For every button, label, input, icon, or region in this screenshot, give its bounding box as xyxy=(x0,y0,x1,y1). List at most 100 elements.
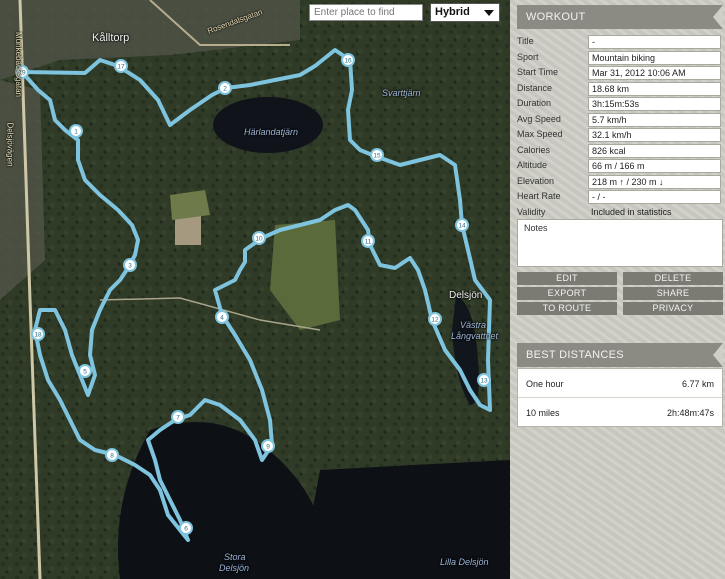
privacy-button[interactable]: PRIVACY xyxy=(623,302,723,315)
field-row-elevation: Elevation 218 m ↑ / 230 m ↓ xyxy=(517,174,723,190)
field-label: Duration xyxy=(517,98,552,108)
workout-panel: WORKOUT Title - Sport Mountain biking Star… xyxy=(510,0,725,579)
field-label: Calories xyxy=(517,144,551,155)
field-label: Elevation xyxy=(517,175,555,186)
best-distances-header: BEST DISTANCES xyxy=(517,343,723,367)
route-marker-17[interactable]: 17 xyxy=(114,59,128,73)
field-row-max-speed: Max Speed 32.1 km/h xyxy=(517,127,723,143)
place-search-input[interactable] xyxy=(309,4,423,21)
field-value: - xyxy=(588,35,721,49)
route-marker-1[interactable]: 1 xyxy=(69,124,83,138)
route-marker-label: 18 xyxy=(34,332,42,339)
route-marker-label: 13 xyxy=(480,378,488,385)
edit-button[interactable]: EDIT xyxy=(517,272,617,285)
field-row-altitude: Altitude 66 m / 166 m xyxy=(517,158,723,174)
field-label: Altitude xyxy=(517,160,548,170)
field-label: Validity xyxy=(517,206,546,217)
satellite-map[interactable]: 12345678910 111213141516171819 xyxy=(0,0,510,579)
route-marker-15[interactable]: 15 xyxy=(370,148,384,162)
route-marker-3[interactable]: 3 xyxy=(123,258,137,272)
field-value: - / - xyxy=(588,190,721,204)
field-row-sport: Sport Mountain biking xyxy=(517,50,723,66)
field-label: Max Speed xyxy=(517,129,563,139)
best-distance-row: One hour 6.77 km xyxy=(518,369,722,398)
field-row-title: Title - xyxy=(517,34,723,50)
route-marker-4[interactable]: 4 xyxy=(215,310,229,324)
route-marker-6[interactable]: 6 xyxy=(179,521,193,535)
map-type-value: Hybrid xyxy=(435,6,470,18)
route-marker-label: 15 xyxy=(373,153,381,160)
map-type-select[interactable]: Hybrid xyxy=(430,3,500,22)
best-distances-table: One hour 6.77 km 10 miles 2h:48m:47s xyxy=(517,368,723,427)
route-marker-label: 1 xyxy=(74,129,78,136)
best-distance-row: 10 miles 2h:48m:47s xyxy=(518,398,722,427)
field-value: 3h:15m:53s xyxy=(588,97,721,111)
route-marker-12[interactable]: 12 xyxy=(428,312,442,326)
best-distance-label: One hour xyxy=(526,379,564,389)
to-route-button[interactable]: TO ROUTE xyxy=(517,302,617,315)
field-label: Sport xyxy=(517,51,539,62)
map-view[interactable]: 1 2 3 4 5 6 7 8 9 10 11 12 13 14 15 16 17 18 19 Kålltorp R… xyxy=(0,0,510,579)
route-marker-2[interactable]: 2 xyxy=(218,81,232,95)
route-marker-8[interactable]: 8 xyxy=(105,448,119,462)
field-label: Distance xyxy=(517,82,553,93)
delete-button[interactable]: DELETE xyxy=(623,272,723,285)
field-value: Mountain biking xyxy=(588,50,721,65)
route-marker-11[interactable]: 11 xyxy=(361,234,375,248)
route-marker-label: 9 xyxy=(266,444,270,451)
route-marker-label: 12 xyxy=(431,317,439,324)
place-label-kalltorp: Kålltorp xyxy=(92,32,130,44)
route-marker-13[interactable]: 13 xyxy=(477,373,491,387)
lake-label-svarttjarn: Svarttjärn xyxy=(382,88,421,98)
route-marker-label: 11 xyxy=(365,239,372,246)
notes-label: Notes xyxy=(524,223,548,233)
lake-label-harlandatjarn: Härlandatjärn xyxy=(244,127,299,137)
export-button[interactable]: EXPORT xyxy=(517,287,617,300)
field-row-duration: Duration 3h:15m:53s xyxy=(517,96,723,112)
notes-field[interactable]: Notes xyxy=(517,219,723,267)
field-value: 5.7 km/h xyxy=(588,112,721,127)
field-row-start-time: Start Time Mar 31, 2012 10:06 AM xyxy=(517,65,723,81)
best-distance-label: 10 miles xyxy=(526,408,560,418)
lake-label-stora: Stora xyxy=(224,552,246,562)
workout-details: Title - Sport Mountain biking Start Time Ma… xyxy=(517,34,723,220)
route-marker-label: 4 xyxy=(220,315,224,322)
best-distance-value: 6.77 km xyxy=(681,379,714,389)
field-row-heart-rate: Heart Rate - / - xyxy=(517,189,723,205)
share-button[interactable]: SHARE xyxy=(623,287,723,300)
road-label-munketorp: Munkebäcksgatan xyxy=(13,32,23,97)
lake-label-lilla-delsjon: Lilla Delsjön xyxy=(440,557,489,567)
route-marker-16[interactable]: 16 xyxy=(341,53,355,67)
chevron-down-icon xyxy=(484,10,494,16)
route-marker-label: 8 xyxy=(110,453,114,460)
route-marker-10[interactable]: 10 xyxy=(252,231,266,245)
route-marker-7[interactable]: 7 xyxy=(171,410,185,424)
field-value: 218 m ↑ / 230 m ↓ xyxy=(588,174,721,189)
route-marker-14[interactable]: 14 xyxy=(455,218,469,232)
route-marker-label: 16 xyxy=(344,58,352,65)
field-value: Mar 31, 2012 10:06 AM xyxy=(588,66,721,80)
field-label: Start Time xyxy=(517,67,559,77)
route-marker-5[interactable]: 5 xyxy=(78,364,92,378)
route-marker-label: 3 xyxy=(128,263,132,270)
field-row-validity: Validity Included in statistics xyxy=(517,205,723,221)
route-marker-label: 10 xyxy=(255,236,263,243)
place-label-delsjon: Delsjön xyxy=(449,290,483,301)
field-row-distance: Distance 18.68 km xyxy=(517,81,723,97)
route-marker-18[interactable]: 18 xyxy=(31,327,45,341)
route-marker-label: 14 xyxy=(458,223,466,230)
field-label: Title xyxy=(517,36,534,46)
field-row-calories: Calories 826 kcal xyxy=(517,143,723,159)
route-marker-9[interactable]: 9 xyxy=(261,439,275,453)
route-marker-label: 17 xyxy=(117,64,125,71)
field-label: Avg Speed xyxy=(517,113,561,124)
field-value: 18.68 km xyxy=(588,81,721,96)
road-label-delsjovagen: Delsjövägen xyxy=(5,122,15,167)
route-marker-label: 6 xyxy=(184,526,188,533)
field-row-avg-speed: Avg Speed 5.7 km/h xyxy=(517,112,723,128)
route-marker-label: 7 xyxy=(176,415,180,422)
field-label: Heart Rate xyxy=(517,191,561,201)
route-marker-label: 2 xyxy=(223,86,227,93)
lake-label-delsjon-stora: Delsjön xyxy=(219,563,250,573)
route-marker-label: 5 xyxy=(83,369,87,376)
